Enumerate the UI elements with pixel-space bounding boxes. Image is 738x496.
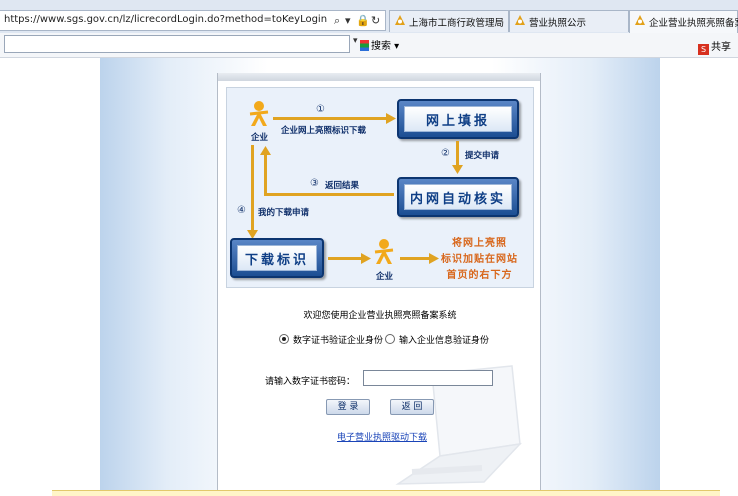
tab-label: 营业执照公示 — [529, 18, 587, 29]
online-fill-text: 网上填报 — [404, 106, 512, 132]
enterprise-label-2: 企业 — [376, 272, 394, 282]
intranet-verify-text: 内网自动核实 — [404, 184, 512, 210]
tab-license-filing[interactable]: 企业营业执照亮照备案 — [629, 10, 738, 33]
arrow-step3-up — [264, 154, 267, 196]
welcome-text: 欢迎您使用企业营业执照亮照备案系统 — [303, 311, 457, 321]
option-info-label[interactable]: 输入企业信息验证身份 — [399, 333, 489, 346]
enterprise-person-icon — [374, 239, 394, 264]
arrow-step3 — [264, 193, 394, 196]
arrowhead-right-icon — [386, 113, 396, 124]
step4-label: 我的下载申请 — [258, 208, 310, 218]
tab-label: 企业营业执照亮照备案 — [649, 18, 738, 29]
command-bar: ▾ 搜索 ▾ S 共享 — [0, 33, 738, 58]
search-icon[interactable]: ⌕ — [334, 14, 340, 28]
site-icon — [395, 15, 405, 25]
arrow-step4 — [251, 145, 254, 232]
password-label: 请输入数字证书密码： — [265, 377, 356, 387]
download-mark-box: 下载标识 — [230, 238, 324, 278]
login-button[interactable]: 登 录 — [326, 399, 370, 415]
step2-label: 提交申请 — [465, 151, 500, 161]
site-icon — [515, 15, 525, 25]
search-label: 搜索 — [371, 41, 391, 52]
step1-number: ① — [316, 104, 325, 115]
tab-license-public[interactable]: 营业执照公示 — [509, 10, 629, 32]
tab-sgs-home[interactable]: 上海市工商行政管理局 — [389, 10, 509, 32]
paste-line-1: 将网上亮照 — [452, 238, 507, 249]
enterprise-label: 企业 — [251, 133, 269, 143]
online-fill-box: 网上填报 — [397, 99, 519, 139]
step1-label: 企业网上亮照标识下载 — [281, 126, 367, 136]
step2-number: ② — [441, 148, 450, 159]
arrowhead-down-icon — [452, 165, 463, 174]
arrow-to-paste — [400, 257, 430, 260]
search-button[interactable]: 搜索 ▾ — [360, 37, 399, 52]
url-field[interactable]: https://www.sgs.gov.cn/lz/licrecordLogin… — [0, 10, 386, 31]
paste-instruction: 将网上亮照 标识加贴在网站 首页的右下方 — [441, 236, 518, 284]
step4-number: ④ — [237, 205, 246, 216]
notification-bar — [52, 490, 720, 496]
share-button[interactable]: S 共享 — [698, 38, 731, 55]
arrow-to-enterprise — [328, 257, 362, 260]
browser-address-bar: https://www.sgs.gov.cn/lz/licrecordLogin… — [0, 0, 738, 34]
radio-cert[interactable] — [279, 334, 289, 344]
radio-info[interactable] — [385, 334, 395, 344]
panel-header-strip — [218, 73, 540, 81]
cert-password-input[interactable] — [363, 370, 493, 386]
driver-download-link[interactable]: 电子营业执照驱动下载 — [337, 430, 427, 443]
download-mark-text: 下载标识 — [237, 245, 317, 271]
share-icon: S — [698, 44, 709, 55]
option-cert-label[interactable]: 数字证书验证企业身份 — [293, 333, 383, 346]
paste-line-2: 标识加贴在网站 — [441, 254, 518, 265]
enterprise-person-icon — [249, 101, 269, 126]
intranet-verify-box: 内网自动核实 — [397, 177, 519, 217]
arrowhead-right-icon — [361, 253, 371, 264]
refresh-icon[interactable]: ↻ — [371, 14, 380, 27]
arrowhead-right-icon — [429, 253, 439, 264]
lock-icon[interactable]: 🔒 — [356, 14, 370, 27]
google-icon — [360, 40, 369, 51]
url-text[interactable]: https://www.sgs.gov.cn/lz/licrecordLogin… — [4, 14, 327, 25]
arrow-step1 — [273, 117, 387, 120]
chevron-down-icon[interactable]: ▾ — [353, 36, 358, 46]
arrowhead-up-icon — [260, 146, 271, 155]
dropdown-icon[interactable]: ▾ — [345, 14, 351, 27]
arrow-step2 — [456, 141, 459, 167]
step3-number: ③ — [310, 178, 319, 189]
share-label: 共享 — [711, 42, 731, 53]
tab-label: 上海市工商行政管理局 — [409, 18, 505, 29]
site-icon — [635, 15, 645, 25]
back-button[interactable]: 返 回 — [390, 399, 434, 415]
toolbar-search-input[interactable] — [4, 35, 350, 53]
step3-label: 返回结果 — [325, 181, 360, 191]
paste-line-3: 首页的右下方 — [446, 270, 513, 281]
